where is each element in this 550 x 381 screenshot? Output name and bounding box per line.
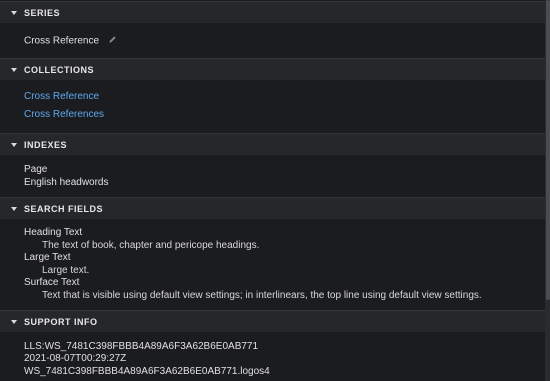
section-title: SERIES	[24, 7, 61, 18]
support-info-line: LLS:WS_7481C398FBBB4A89A6F3A62B6E0AB771	[24, 341, 259, 352]
series-value: Cross Reference	[24, 35, 117, 47]
chevron-down-icon[interactable]	[11, 206, 17, 211]
scrollbar-thumb[interactable]	[546, 0, 550, 300]
section-title: INDEXES	[24, 139, 68, 150]
chevron-down-icon[interactable]	[11, 10, 17, 15]
search-field-description: The text of book, chapter and pericope h…	[42, 240, 260, 251]
support-info-line: 2021-08-07T00:29:27Z	[24, 353, 127, 364]
search-field-description: Text that is visible using default view …	[42, 290, 482, 301]
chevron-down-icon[interactable]	[11, 142, 17, 147]
resource-info-panel: SERIES Cross Reference COLLECTIONS Cross…	[0, 0, 545, 381]
collection-link[interactable]: Cross References	[24, 109, 104, 120]
search-field-description: Large text.	[42, 265, 90, 276]
scrollbar[interactable]	[545, 0, 550, 381]
support-info-line: WS_7481C398FBBB4A89A6F3A62B6E0AB771.logo…	[24, 366, 270, 377]
index-item: English headwords	[24, 177, 109, 188]
section-header-support-info[interactable]: SUPPORT INFO	[0, 310, 545, 332]
index-item: Page	[24, 164, 48, 175]
section-title: COLLECTIONS	[24, 64, 94, 75]
chevron-down-icon[interactable]	[11, 319, 17, 324]
series-name: Cross Reference	[24, 35, 100, 47]
section-header-indexes[interactable]: INDEXES	[0, 133, 545, 155]
chevron-down-icon[interactable]	[11, 67, 17, 72]
search-field-name: Heading Text	[24, 227, 83, 238]
collection-link[interactable]: Cross Reference	[24, 91, 99, 102]
section-header-series[interactable]: SERIES	[0, 1, 545, 23]
section-title: SUPPORT INFO	[24, 316, 98, 327]
search-field-name: Surface Text	[24, 277, 80, 288]
section-header-search-fields[interactable]: SEARCH FIELDS	[0, 197, 545, 219]
search-field-name: Large Text	[24, 252, 71, 263]
section-title: SEARCH FIELDS	[24, 203, 104, 214]
section-header-collections[interactable]: COLLECTIONS	[0, 58, 545, 80]
pencil-icon[interactable]	[108, 35, 117, 47]
